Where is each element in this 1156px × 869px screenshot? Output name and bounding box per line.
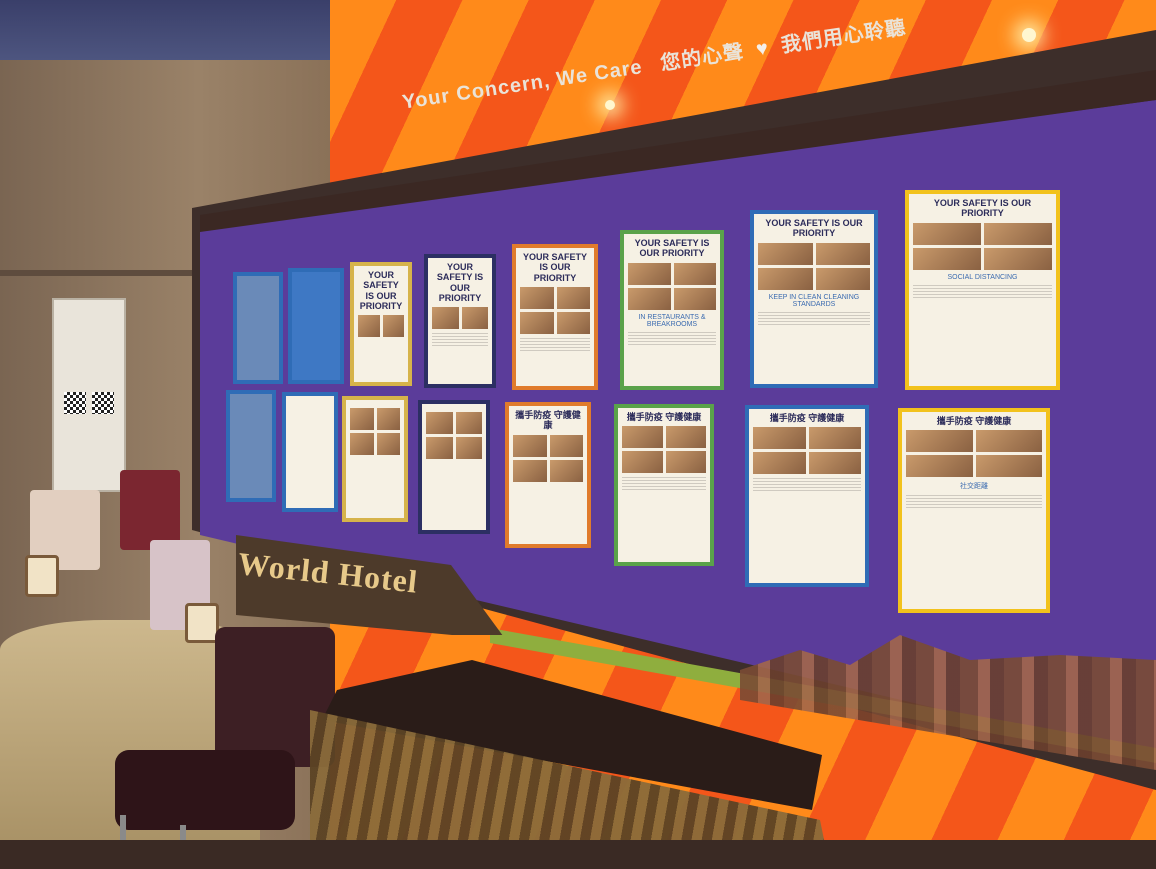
poster-photos	[520, 287, 590, 335]
safety-poster: YOUR SAFETY IS OUR PRIORITY	[512, 244, 598, 390]
ceiling-light	[1022, 28, 1036, 42]
chair-seat	[115, 750, 295, 830]
poster-photos	[513, 434, 583, 482]
photo-frame	[185, 603, 219, 643]
qr-code-icon	[92, 392, 114, 414]
poster-title: YOUR SAFETY IS OUR PRIORITY	[765, 218, 863, 239]
poster-photos	[758, 242, 870, 290]
poster-photos	[426, 412, 482, 459]
safety-poster-zh: 攜手防疫 守護健康	[505, 402, 591, 548]
poster-photos	[753, 427, 861, 475]
qr-code-icon	[64, 392, 86, 414]
safety-poster-zh	[342, 396, 408, 522]
poster-photos	[913, 222, 1052, 270]
poster-fine-print	[906, 495, 1042, 510]
poster-photos	[628, 262, 716, 310]
poster-title: YOUR SAFETY IS OUR PRIORITY	[359, 270, 403, 312]
safety-poster: YOUR SAFETY IS OUR PRIORITY SOCIAL DISTA…	[905, 190, 1060, 390]
info-poster	[226, 390, 276, 502]
poster-fine-print	[628, 331, 716, 346]
wall-seam	[0, 270, 200, 276]
poster-caption: 社交距離	[960, 483, 988, 491]
photo-frame	[25, 555, 59, 597]
poster-title: 攜手防疫 守護健康	[515, 410, 581, 431]
poster-fine-print	[753, 478, 861, 493]
safety-poster-zh: 攜手防疫 守護健康	[745, 405, 869, 587]
poster-photos	[350, 408, 400, 455]
info-poster	[282, 392, 338, 512]
safety-poster: YOUR SAFETY IS OUR PRIORITY	[424, 254, 496, 388]
safety-poster-zh: 攜手防疫 守護健康 社交距離	[898, 408, 1050, 613]
poster-fine-print	[758, 311, 870, 326]
poster-title: 攜手防疫 守護健康	[936, 416, 1012, 426]
poster-fine-print	[432, 333, 488, 348]
poster-caption: SOCIAL DISTANCING	[947, 273, 1018, 281]
poster-fine-print	[520, 338, 590, 353]
poster-title: YOUR SAFETY IS OUR PRIORITY	[522, 252, 587, 283]
heart-icon: ♥	[754, 37, 771, 61]
poster-photos	[358, 315, 404, 338]
poster-photos	[906, 430, 1042, 478]
poster-title: YOUR SAFETY IS OUR PRIORITY	[933, 198, 1032, 219]
poster-fine-print	[913, 284, 1052, 299]
poster-title: YOUR SAFETY IS OUR PRIORITY	[634, 238, 710, 259]
poster-title: 攜手防疫 守護健康	[769, 413, 845, 423]
poster-caption: IN RESTAURANTS & BREAKROOMS	[638, 313, 706, 328]
ceiling-light	[605, 100, 615, 110]
floor	[0, 840, 1156, 869]
poster-fine-print	[622, 477, 706, 492]
qr-info-stand	[52, 298, 126, 492]
hotel-lobby-scene: Your Concern, We Care 您的心聲 ♥ 我們用心聆聽 YOUR…	[0, 0, 1156, 869]
poster-caption: KEEP IN CLEAN CLEANING STANDARDS	[768, 293, 860, 308]
flower-bouquet	[120, 470, 180, 550]
poster-photos	[432, 307, 488, 330]
poster-title: 攜手防疫 守護健康	[626, 412, 702, 422]
safety-poster: YOUR SAFETY IS OUR PRIORITY	[350, 262, 412, 386]
poster-photos	[622, 426, 706, 474]
poster-title: YOUR SAFETY IS OUR PRIORITY	[436, 262, 484, 304]
info-poster	[288, 268, 344, 384]
safety-poster: YOUR SAFETY IS OUR PRIORITY KEEP IN CLEA…	[750, 210, 878, 388]
safety-poster-zh	[418, 400, 490, 534]
safety-poster-zh: 攜手防疫 守護健康	[614, 404, 714, 566]
safety-poster: YOUR SAFETY IS OUR PRIORITY IN RESTAURAN…	[620, 230, 724, 390]
info-poster	[233, 272, 283, 384]
